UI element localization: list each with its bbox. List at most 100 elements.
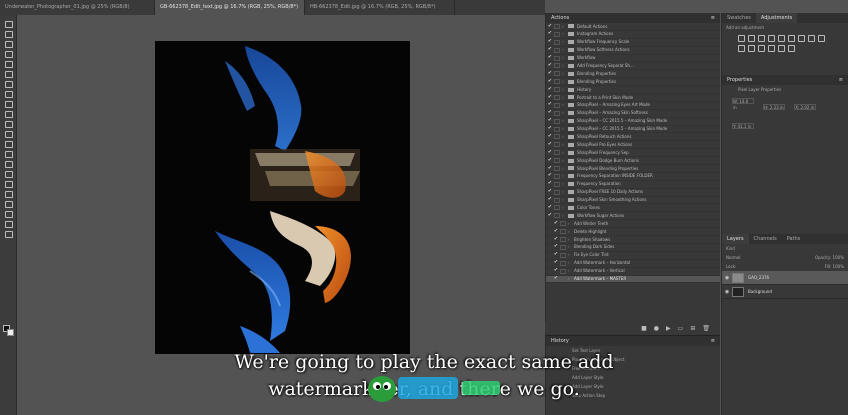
dialog-toggle-icon[interactable] [560, 260, 566, 266]
action-item[interactable]: ✔ › Brighten Shadows [546, 236, 720, 244]
dialog-toggle-icon[interactable] [554, 205, 560, 211]
gradient-map-icon[interactable] [788, 45, 795, 52]
action-set-item[interactable]: ✔ › SharpPixel – Amazing Skin Softness [546, 110, 720, 118]
dialog-toggle-icon[interactable] [554, 47, 560, 53]
dialog-toggle-icon[interactable] [554, 63, 560, 69]
history-brush-tool-icon[interactable] [3, 119, 14, 128]
width-field[interactable]: W: 14.6 in [732, 98, 754, 110]
dialog-toggle-icon[interactable] [554, 94, 560, 100]
hue-saturation-icon[interactable] [788, 35, 795, 42]
new-action-icon[interactable]: ⊞ [690, 325, 695, 332]
dialog-toggle-icon[interactable] [560, 268, 566, 274]
checkmark-icon[interactable]: ✔ [546, 212, 554, 219]
record-icon[interactable]: ● [654, 325, 659, 332]
panel-menu-icon[interactable]: ≡ [711, 13, 715, 23]
tab-layers[interactable]: Layers [722, 234, 749, 244]
action-item[interactable]: ✔ › Add Winter Teeth [546, 220, 720, 229]
checkmark-icon[interactable]: ✔ [552, 228, 560, 235]
exposure-icon[interactable] [768, 35, 775, 42]
checkmark-icon[interactable]: ✔ [546, 149, 554, 156]
dialog-toggle-icon[interactable] [560, 229, 566, 235]
dialog-toggle-icon[interactable] [560, 221, 566, 227]
checkmark-icon[interactable]: ✔ [552, 276, 560, 283]
action-set-item[interactable]: ✔ › SharpPixel Frequency Sep [546, 149, 720, 158]
action-item[interactable]: ✔ › Add Watermark – MASTER [546, 275, 720, 284]
dialog-toggle-icon[interactable] [554, 181, 560, 187]
action-item[interactable]: ✔ › Add Watermark – Horizontal [546, 260, 720, 268]
quick-select-tool-icon[interactable] [3, 49, 14, 58]
stop-icon[interactable]: ■ [641, 325, 647, 332]
crop-tool-icon[interactable] [3, 59, 14, 68]
dodge-tool-icon[interactable] [3, 159, 14, 168]
layer-filter-kind[interactable]: Kind [722, 244, 848, 253]
color-lookup-icon[interactable] [748, 45, 755, 52]
doc-tab-3[interactable]: HB-662378_Edit.jpg @ 16.7% (RGB, 25%, RG… [305, 0, 455, 15]
blend-mode-select[interactable]: Normal [726, 255, 740, 260]
shape-tool-icon[interactable] [3, 199, 14, 208]
action-set-item[interactable]: ✔ › Workflow [546, 55, 720, 63]
x-field[interactable]: X: 2.02 in [794, 104, 817, 110]
action-set-item[interactable]: ✔ › Add Frequency Separat Sh... [546, 62, 720, 71]
action-set-item[interactable]: ✔ › SharpPixel Skin Smoothing Actions [546, 197, 720, 205]
photo-filter-icon[interactable] [818, 35, 825, 42]
levels-icon[interactable] [748, 35, 755, 42]
checkmark-icon[interactable]: ✔ [552, 244, 560, 251]
action-set-item[interactable]: ✔ › Blending Properties [546, 70, 720, 79]
doc-tab-1[interactable]: Underwater_Photographer_01.jpg @ 25% (RG… [0, 0, 155, 15]
checkmark-icon[interactable]: ✔ [546, 165, 554, 172]
dialog-toggle-icon[interactable] [554, 102, 560, 108]
checkmark-icon[interactable]: ✔ [546, 94, 554, 101]
dialog-toggle-icon[interactable] [554, 165, 560, 171]
dialog-toggle-icon[interactable] [554, 79, 560, 85]
dialog-toggle-icon[interactable] [554, 126, 560, 132]
document-image[interactable] [155, 41, 410, 354]
eraser-tool-icon[interactable] [3, 129, 14, 138]
background-color-swatch[interactable] [7, 329, 14, 336]
trash-icon[interactable]: 🗑 [702, 325, 710, 332]
layer-row[interactable]: ◉ GAO_2376 [722, 271, 848, 285]
eyedropper-tool-icon[interactable] [3, 79, 14, 88]
action-set-item[interactable]: ✔ › SharpPixel Pro Eyes Actions [546, 141, 720, 150]
y-field[interactable]: Y: 41.1 in [732, 123, 754, 129]
action-set-item[interactable]: ✔ › Instagram Actions [546, 31, 720, 39]
action-set-item[interactable]: ✔ › Portrait to a Print Skin Mode [546, 94, 720, 102]
action-set-item[interactable]: ✔ › Color Tones [546, 204, 720, 213]
dialog-toggle-icon[interactable] [554, 118, 560, 124]
dialog-toggle-icon[interactable] [560, 252, 566, 258]
fill-field[interactable]: Fill: 100% [825, 264, 844, 269]
type-tool-icon[interactable] [3, 179, 14, 188]
gradient-tool-icon[interactable] [3, 139, 14, 148]
dialog-toggle-icon[interactable] [554, 158, 560, 164]
folder-icon[interactable]: ▭ [678, 325, 684, 332]
action-item[interactable]: ✔ › Fix Eye Color Tint [546, 252, 720, 260]
opacity-field[interactable]: Opacity: 100% [815, 255, 844, 260]
pen-tool-icon[interactable] [3, 169, 14, 178]
move-tool-icon[interactable] [3, 19, 14, 28]
action-set-item[interactable]: ✔ › SharpPixel Blending Properties [546, 165, 720, 173]
checkmark-icon[interactable]: ✔ [546, 126, 554, 133]
action-set-item[interactable]: ✔ › SharpPixel – CC 2015.5 – Amazing Skin … [546, 126, 720, 134]
checkmark-icon[interactable]: ✔ [552, 252, 560, 259]
action-set-item[interactable]: ✔ › SharpPixel FREE 10 Daily Actions [546, 189, 720, 197]
dialog-toggle-icon[interactable] [560, 236, 566, 242]
dialog-toggle-icon[interactable] [554, 23, 560, 29]
brightness-icon[interactable] [738, 35, 745, 42]
action-set-item[interactable]: ✔ › SharpPixel – Amazing Eyes Art Mode [546, 102, 720, 110]
play-icon[interactable]: ▶ [666, 325, 671, 332]
action-set-item[interactable]: ✔ › SharpPixel Dodge Burn Actions [546, 157, 720, 166]
marquee-tool-icon[interactable] [3, 29, 14, 38]
checkmark-icon[interactable]: ✔ [546, 62, 554, 69]
action-item[interactable]: ✔ › Add Watermark – Vertical [546, 268, 720, 276]
checkmark-icon[interactable]: ✔ [552, 236, 560, 243]
stamp-tool-icon[interactable] [3, 109, 14, 118]
checkmark-icon[interactable]: ✔ [546, 55, 554, 62]
vibrance-icon[interactable] [778, 35, 785, 42]
checkmark-icon[interactable]: ✔ [546, 141, 554, 148]
dialog-toggle-icon[interactable] [554, 110, 560, 116]
healing-brush-tool-icon[interactable] [3, 89, 14, 98]
action-set-item[interactable]: ✔ › SharpPixel Retouch Actions [546, 133, 720, 142]
checkmark-icon[interactable]: ✔ [546, 31, 554, 38]
lasso-tool-icon[interactable] [3, 39, 14, 48]
action-set-item[interactable]: ✔ › Blending Properties [546, 78, 720, 87]
checkmark-icon[interactable]: ✔ [546, 70, 554, 77]
